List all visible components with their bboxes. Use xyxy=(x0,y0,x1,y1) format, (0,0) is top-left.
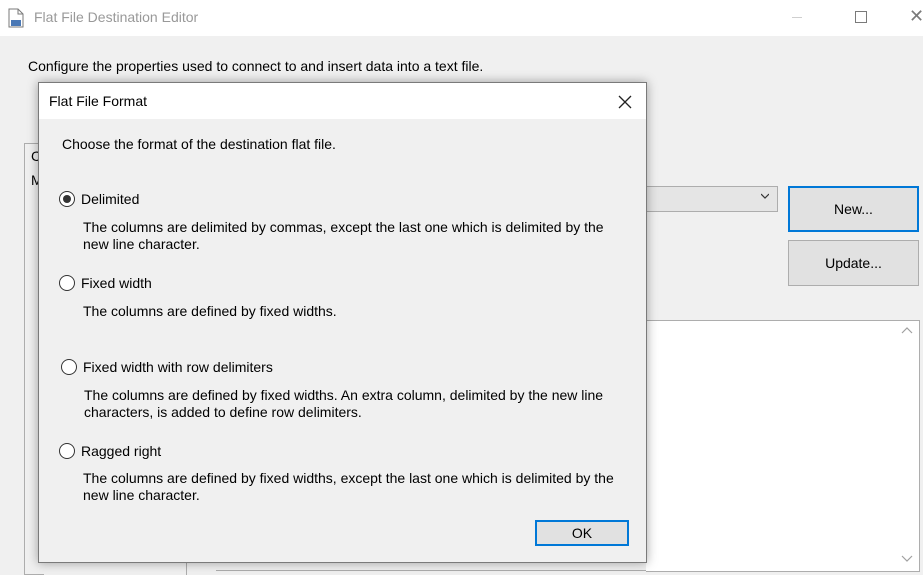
radio-option-fixed-width-row-delimiters[interactable]: Fixed width with row delimiters xyxy=(61,357,273,377)
close-icon[interactable] xyxy=(615,92,635,112)
chevron-down-icon[interactable] xyxy=(761,192,769,200)
main-titlebar: Flat File Destination Editor ✕ xyxy=(0,0,923,36)
preview-list xyxy=(646,320,920,572)
radio-button[interactable] xyxy=(59,275,75,291)
maximize-icon[interactable] xyxy=(855,11,867,23)
dialog-prompt: Choose the format of the destination fla… xyxy=(62,136,336,152)
option-description: The columns are defined by fixed widths,… xyxy=(83,470,614,503)
minimize-icon[interactable] xyxy=(792,17,802,18)
flat-file-format-dialog: Flat File Format Choose the format of th… xyxy=(38,82,647,563)
radio-option-fixed-width[interactable]: Fixed width xyxy=(59,273,152,293)
radio-label[interactable]: Fixed width xyxy=(81,275,152,291)
frame-divider xyxy=(216,570,646,571)
radio-button[interactable] xyxy=(59,443,75,459)
radio-label[interactable]: Ragged right xyxy=(81,443,161,459)
scroll-down-icon[interactable] xyxy=(901,553,913,563)
radio-option-delimited[interactable]: Delimited xyxy=(59,189,139,209)
close-icon[interactable]: ✕ xyxy=(909,6,923,27)
option-description: The columns are defined by fixed widths. xyxy=(83,303,337,319)
document-icon xyxy=(8,8,24,28)
radio-button[interactable] xyxy=(61,359,77,375)
radio-label[interactable]: Delimited xyxy=(81,191,139,207)
option-description: The columns are delimited by commas, exc… xyxy=(83,219,604,252)
frame-divider xyxy=(186,562,216,575)
option-description: The columns are defined by fixed widths.… xyxy=(84,387,604,420)
ok-button[interactable]: OK xyxy=(535,520,629,546)
radio-option-ragged-right[interactable]: Ragged right xyxy=(59,441,161,461)
editor-description: Configure the properties used to connect… xyxy=(28,58,484,74)
radio-button[interactable] xyxy=(59,191,75,207)
dialog-title: Flat File Format xyxy=(49,93,148,109)
radio-label[interactable]: Fixed width with row delimiters xyxy=(83,359,273,375)
dialog-titlebar: Flat File Format xyxy=(39,83,646,119)
update-button[interactable]: Update... xyxy=(788,240,919,286)
new-connection-button[interactable]: New... xyxy=(788,186,919,232)
connection-manager-select[interactable] xyxy=(646,186,778,212)
scroll-up-icon[interactable] xyxy=(901,326,913,336)
window-title: Flat File Destination Editor xyxy=(34,9,199,25)
